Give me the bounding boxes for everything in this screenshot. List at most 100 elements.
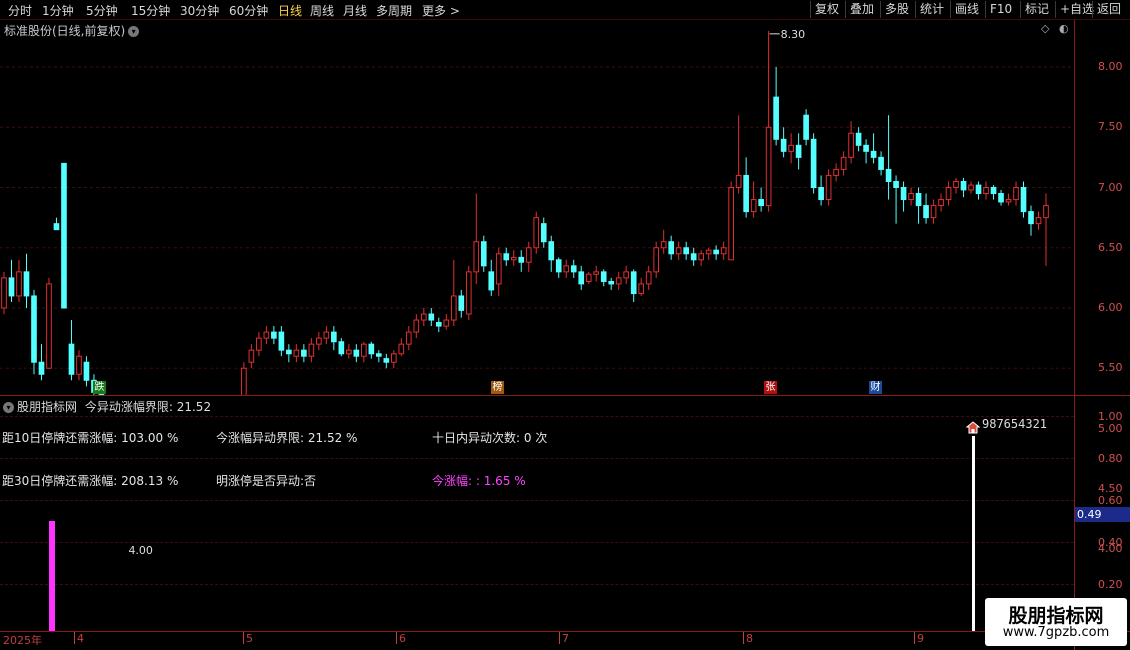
candle-down[interactable] bbox=[683, 247, 689, 255]
candle-down[interactable] bbox=[428, 313, 435, 321]
stats-button[interactable]: 统计 bbox=[915, 1, 948, 18]
candle-down[interactable] bbox=[975, 184, 982, 195]
candle-down[interactable] bbox=[668, 241, 675, 255]
event-tag-cai[interactable]: 财 bbox=[869, 381, 882, 394]
candle-down[interactable] bbox=[353, 349, 360, 357]
candle-up[interactable] bbox=[76, 355, 82, 375]
candle-down[interactable] bbox=[53, 223, 60, 231]
candle-up[interactable] bbox=[705, 249, 712, 255]
tab-30min[interactable]: 30分钟 bbox=[180, 2, 219, 19]
tab-60min[interactable]: 60分钟 bbox=[229, 2, 268, 19]
candle-up[interactable] bbox=[930, 205, 937, 219]
candle-up[interactable] bbox=[653, 247, 660, 273]
multi-stock-button[interactable]: 多股 bbox=[880, 1, 913, 18]
candle-up[interactable] bbox=[256, 337, 262, 351]
candle-down[interactable] bbox=[795, 144, 802, 158]
candle-up[interactable] bbox=[263, 331, 270, 339]
candle-up[interactable] bbox=[390, 353, 397, 363]
candle-up[interactable] bbox=[675, 247, 682, 255]
candle-up[interactable] bbox=[788, 144, 794, 152]
candle-down[interactable] bbox=[878, 156, 884, 170]
candle-up[interactable] bbox=[660, 241, 667, 249]
candle-up[interactable] bbox=[840, 156, 847, 170]
candle-up[interactable] bbox=[533, 217, 540, 249]
candle-up[interactable] bbox=[420, 313, 427, 321]
candle-up[interactable] bbox=[593, 271, 600, 275]
candle-down[interactable] bbox=[435, 321, 442, 327]
candle-up[interactable] bbox=[46, 283, 52, 369]
candle-up[interactable] bbox=[623, 271, 630, 279]
tab-more[interactable]: 更多 > bbox=[422, 2, 460, 19]
candle-down[interactable] bbox=[758, 199, 764, 207]
candle-down[interactable] bbox=[578, 271, 585, 285]
candle-down[interactable] bbox=[286, 349, 292, 355]
candle-down[interactable] bbox=[458, 295, 465, 311]
candle-up[interactable] bbox=[525, 247, 532, 263]
candle-up[interactable] bbox=[443, 319, 450, 327]
candle-down[interactable] bbox=[8, 277, 15, 297]
candle-down[interactable] bbox=[630, 271, 637, 295]
candle-up[interactable] bbox=[398, 343, 405, 355]
f10-button[interactable]: F10 bbox=[985, 1, 1016, 18]
candle-up[interactable] bbox=[728, 187, 734, 261]
candle-down[interactable] bbox=[383, 358, 390, 363]
candle-up[interactable] bbox=[293, 349, 300, 357]
candle-down[interactable] bbox=[960, 180, 967, 191]
candle-up[interactable] bbox=[585, 273, 592, 282]
candle-up[interactable] bbox=[938, 199, 944, 207]
candle-up[interactable] bbox=[405, 331, 412, 345]
candle-down[interactable] bbox=[1028, 211, 1034, 225]
back-button[interactable]: 返回 bbox=[1092, 1, 1125, 18]
candle-up[interactable] bbox=[248, 349, 255, 363]
candle-up[interactable] bbox=[563, 265, 570, 273]
candle-down[interactable] bbox=[870, 150, 877, 158]
candle-down[interactable] bbox=[271, 331, 277, 339]
candle-down[interactable] bbox=[818, 187, 824, 201]
candle-down[interactable] bbox=[600, 271, 607, 282]
candle-up[interactable] bbox=[953, 180, 959, 189]
candle-down[interactable] bbox=[68, 343, 75, 375]
candle-up[interactable] bbox=[346, 349, 352, 355]
candle-up[interactable] bbox=[615, 277, 622, 285]
candle-up[interactable] bbox=[323, 331, 330, 339]
candle-up[interactable] bbox=[825, 174, 832, 201]
candle-down[interactable] bbox=[743, 174, 749, 213]
candle-up[interactable] bbox=[450, 295, 457, 321]
mark-button[interactable]: 标记 bbox=[1020, 1, 1053, 18]
candle-up[interactable] bbox=[241, 367, 247, 395]
candle-down[interactable] bbox=[998, 193, 1004, 203]
event-tag-die[interactable]: 跌 bbox=[93, 381, 106, 394]
candle-down[interactable] bbox=[773, 96, 779, 140]
candle-up[interactable] bbox=[968, 184, 974, 191]
candle-up[interactable] bbox=[16, 271, 22, 297]
tab-weekly[interactable]: 周线 bbox=[310, 2, 334, 19]
candle-down[interactable] bbox=[518, 256, 525, 263]
candle-up[interactable] bbox=[645, 271, 652, 285]
candle-down[interactable] bbox=[690, 253, 697, 261]
candle-down[interactable] bbox=[990, 187, 997, 195]
candle-down[interactable] bbox=[503, 253, 510, 261]
chevron-down-icon[interactable]: ▾ bbox=[3, 402, 14, 413]
candle-up[interactable] bbox=[638, 283, 645, 295]
candle-down[interactable] bbox=[803, 114, 809, 140]
candle-down[interactable] bbox=[368, 343, 375, 355]
candle-up[interactable] bbox=[750, 199, 757, 213]
candle-down[interactable] bbox=[548, 241, 555, 261]
tab-daily[interactable]: 日线 bbox=[278, 2, 302, 19]
candle-down[interactable] bbox=[863, 144, 869, 152]
candle-down[interactable] bbox=[375, 353, 382, 357]
candle-down[interactable] bbox=[480, 241, 487, 267]
candle-down[interactable] bbox=[331, 331, 337, 343]
candle-up[interactable] bbox=[1005, 199, 1012, 203]
candle-up[interactable] bbox=[1, 277, 7, 309]
candle-up[interactable] bbox=[308, 343, 315, 357]
candle-up[interactable] bbox=[495, 253, 502, 285]
candle-up[interactable] bbox=[1035, 217, 1042, 225]
candle-down[interactable] bbox=[780, 138, 787, 152]
candle-up[interactable] bbox=[833, 168, 839, 176]
candle-down[interactable] bbox=[555, 259, 562, 273]
candle-down[interactable] bbox=[338, 341, 345, 355]
tab-1min[interactable]: 1分钟 bbox=[42, 2, 74, 19]
candle-down[interactable] bbox=[810, 138, 817, 189]
candle-up[interactable] bbox=[316, 337, 322, 345]
